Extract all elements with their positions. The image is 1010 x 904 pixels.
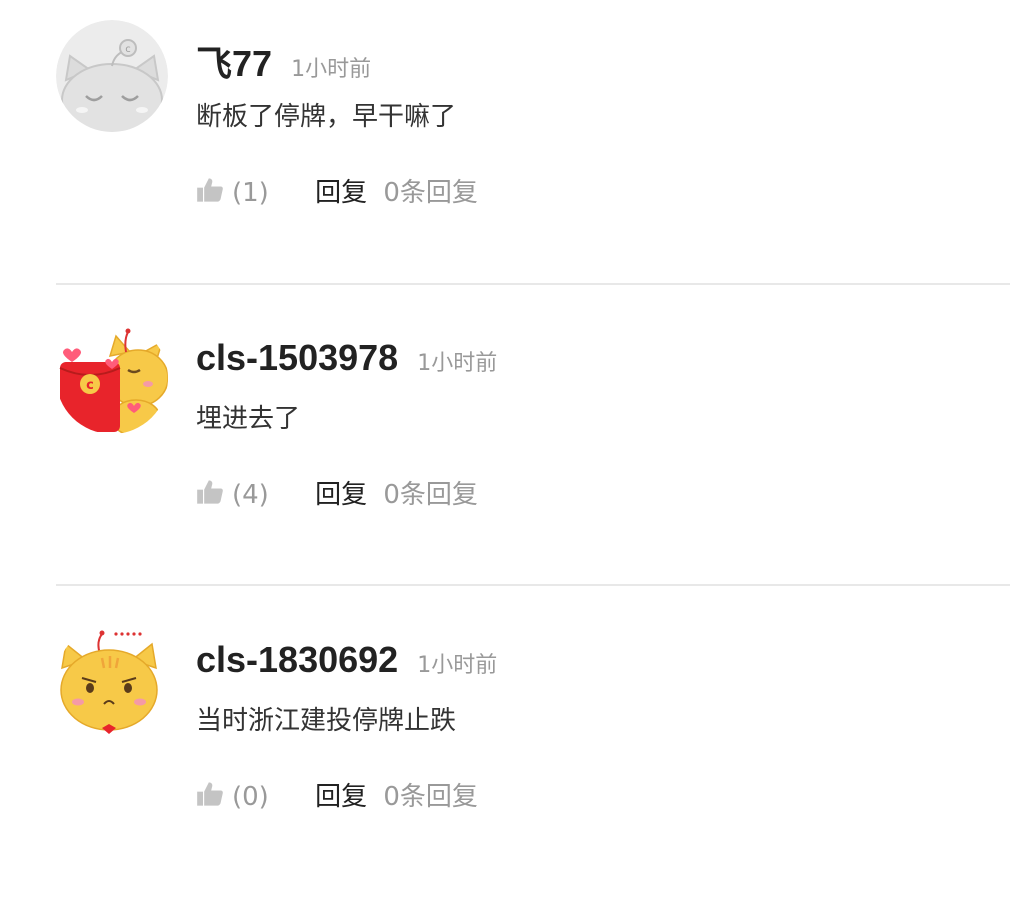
like-count: (1) [232,178,269,208]
comment-header: cls-1830692 1小时前 [196,639,497,683]
divider [56,283,1010,285]
comment-header: 飞77 1小时前 [196,35,372,84]
comment-text: 当时浙江建投停牌止跌 [196,706,457,736]
timestamp: 1小时前 [417,351,498,376]
yellow-cat-avatar-icon [56,624,168,736]
cat-with-red-envelope-avatar-icon: c [56,322,168,434]
username[interactable]: 飞77 [196,43,272,84]
reply-button[interactable]: 回复 [315,776,367,813]
comment-text: 埋进去了 [196,404,301,434]
comment-actions: (4) 回复 0条回复 [196,474,478,514]
comment-item: c cls-1503978 1小时前 埋进去了 (4) 回复 0条回复 [0,302,1010,602]
comment-item: c 飞77 1小时前 断板了停牌，早干嘛了 (1) 回复 0条回复 [0,0,1010,300]
like-button[interactable]: (1) [196,176,269,208]
comment-actions: (0) 回复 0条回复 [196,776,478,816]
comment-list: c 飞77 1小时前 断板了停牌，早干嘛了 (1) 回复 0条回复 c cls-… [0,0,1010,846]
comment-header: cls-1503978 1小时前 [196,337,497,381]
thumbs-up-icon [197,480,223,504]
comment-item: cls-1830692 1小时前 当时浙江建投停牌止跌 (0) 回复 0条回复 [0,604,1010,904]
avatar[interactable]: c [56,322,168,434]
timestamp: 1小时前 [417,653,498,678]
avatar[interactable]: c [56,20,168,132]
thumbs-up-icon [197,178,223,202]
reply-count-link[interactable]: 0条回复 [383,474,478,511]
like-count: (0) [232,782,269,812]
like-count: (4) [232,480,269,510]
divider [56,584,1010,586]
reply-count-link[interactable]: 0条回复 [383,776,478,813]
like-button[interactable]: (0) [196,780,269,812]
thumbs-up-icon [197,782,223,806]
timestamp: 1小时前 [291,57,372,82]
svg-text:c: c [125,44,131,55]
comment-text: 断板了停牌，早干嘛了 [196,102,457,132]
gray-sleeping-cat-avatar-icon: c [56,20,168,132]
reply-button[interactable]: 回复 [315,474,367,511]
like-button[interactable]: (4) [196,478,269,510]
comment-actions: (1) 回复 0条回复 [196,172,478,212]
reply-count-link[interactable]: 0条回复 [383,172,478,209]
avatar[interactable] [56,624,168,736]
username[interactable]: cls-1503978 [196,337,398,378]
reply-button[interactable]: 回复 [315,172,367,209]
username[interactable]: cls-1830692 [196,639,398,680]
svg-text:c: c [86,378,94,393]
